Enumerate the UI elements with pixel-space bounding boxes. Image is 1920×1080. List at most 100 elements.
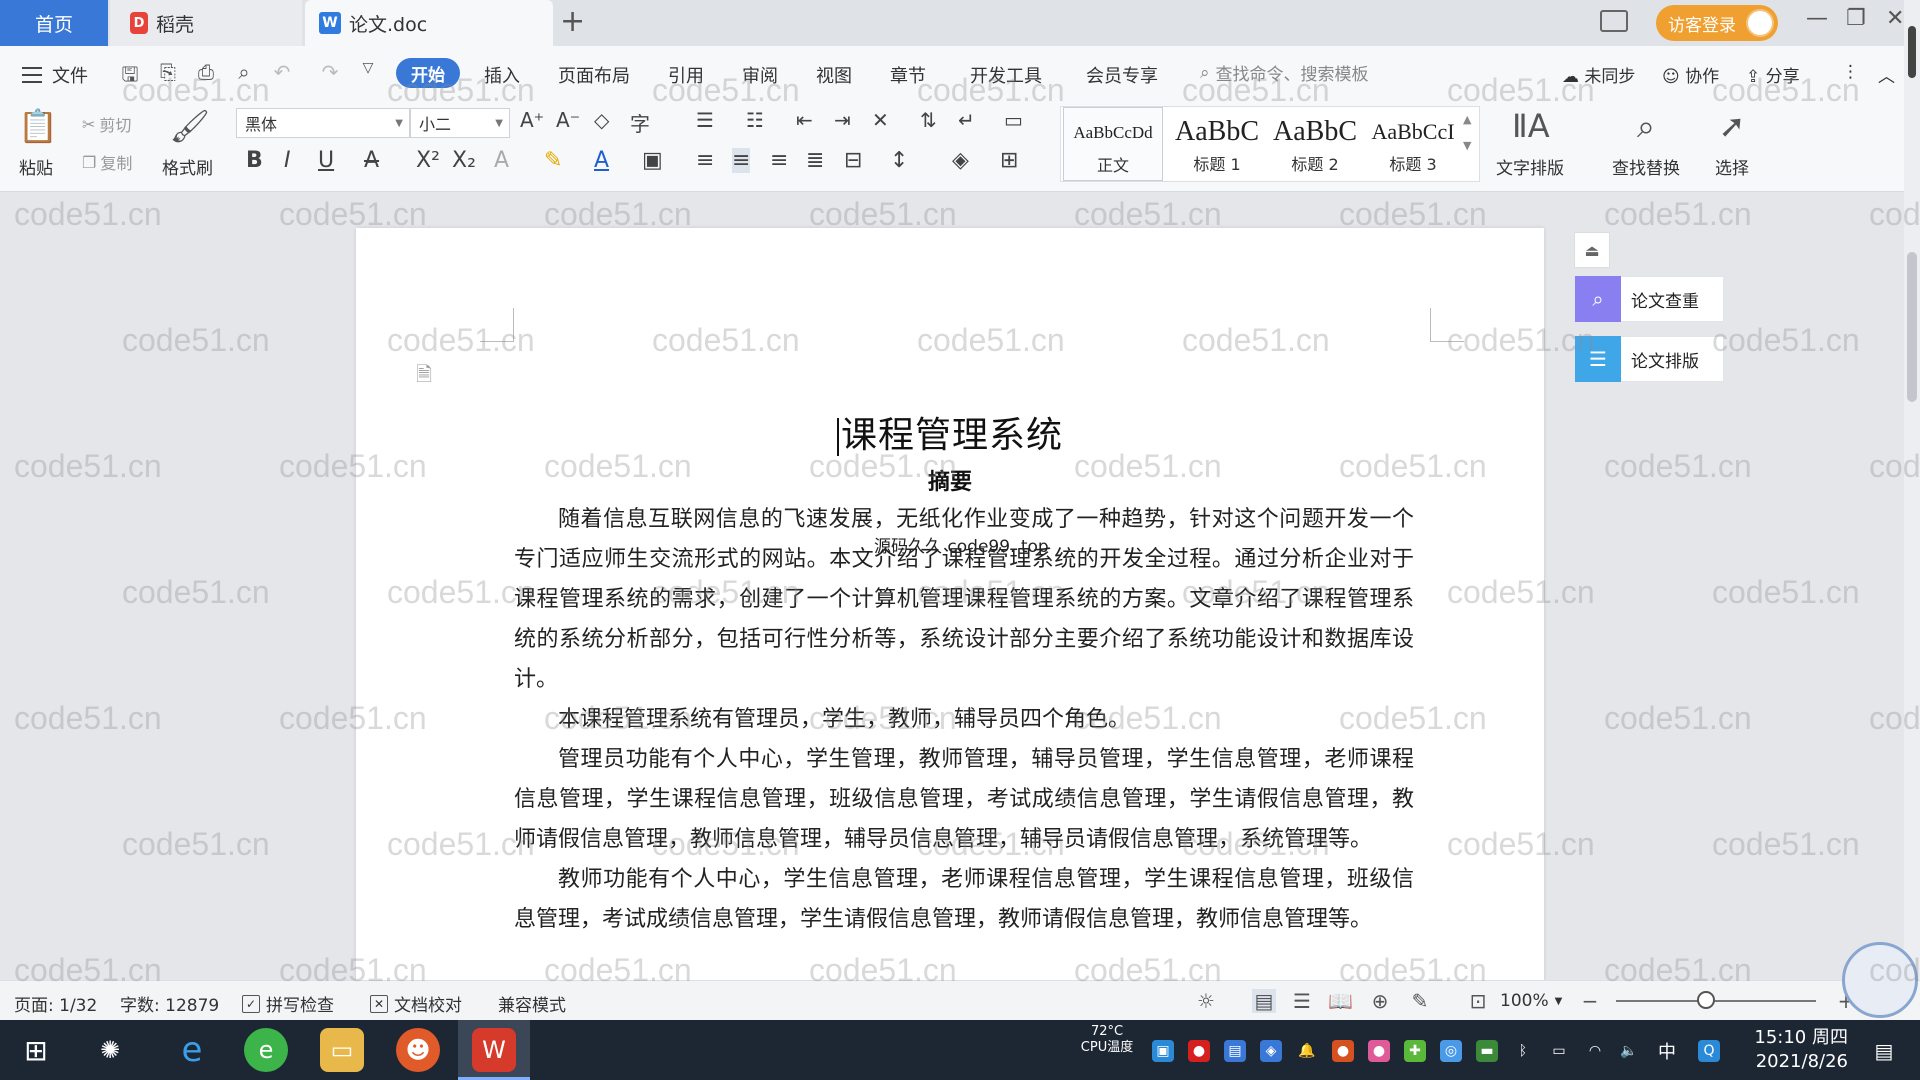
windows-start-icon[interactable]: ⊞ [14, 1028, 58, 1072]
font-color-icon[interactable]: A [594, 148, 609, 173]
italic-icon[interactable]: I [284, 148, 291, 173]
collapse-ribbon-icon[interactable]: ︿ [1878, 62, 1895, 87]
spell-check-button[interactable]: ✓ 拼写检查 [242, 991, 334, 1016]
ruler-icon[interactable]: ▭ [1004, 108, 1023, 132]
guest-login-button[interactable]: 访客登录 [1656, 5, 1778, 41]
align-right-icon[interactable]: ≡ [770, 148, 788, 173]
vertical-scrollbar-thumb[interactable] [1907, 252, 1917, 402]
wps-taskbar-button[interactable]: W [458, 1020, 530, 1080]
undo-icon[interactable]: ↶ [270, 60, 294, 84]
pinwheel-app-icon[interactable]: ✺ [88, 1028, 132, 1072]
font-size-select[interactable]: 小二 ▼ [410, 108, 510, 138]
text-layout-button[interactable]: ⅡA 文字排版 [1496, 106, 1564, 179]
tab-home[interactable]: 首页 [0, 0, 108, 46]
tab-reference[interactable]: 引用 [668, 62, 704, 88]
find-replace-button[interactable]: ⌕ 查找替换 [1612, 106, 1680, 179]
file-explorer-icon[interactable]: ▭ [320, 1028, 364, 1072]
assistant-avatar[interactable] [1842, 942, 1918, 1018]
close-icon[interactable]: ✕ [1886, 6, 1904, 31]
tray-app-icon[interactable]: ● [1332, 1040, 1354, 1062]
underline-icon[interactable]: U [318, 148, 334, 173]
zoom-slider[interactable] [1616, 1000, 1816, 1002]
shield-icon[interactable]: ◈ [1260, 1040, 1282, 1062]
paragraph[interactable]: 管理员功能有个人中心，学生管理，教师管理，辅导员管理，学生信息管理，老师课程信息… [514, 740, 1414, 860]
side-panel-collapse-button[interactable]: ⏏ [1574, 232, 1610, 268]
save-icon[interactable]: 🖫 [118, 60, 142, 86]
tab-insert[interactable]: 插入 [484, 62, 520, 88]
wifi-icon[interactable]: ◠ [1584, 1040, 1606, 1062]
notification-center-icon[interactable]: ▤ [1870, 1039, 1898, 1063]
style-scroll-up-icon[interactable]: ▲ [1463, 113, 1471, 126]
style-heading-2[interactable]: AaBbC 标题 2 [1265, 107, 1365, 181]
collab-button[interactable]: ☺ 协作 [1662, 62, 1719, 87]
select-button[interactable]: ➚ 选择 [1714, 106, 1750, 179]
customize-dropdown-icon[interactable]: ▽ [356, 60, 380, 84]
style-normal[interactable]: AaBbCcDd 正文 [1063, 107, 1163, 181]
paper-layout-button[interactable]: ☰ 论文排版 [1574, 336, 1724, 382]
input-method-indicator[interactable]: 中 [1658, 1038, 1676, 1064]
zoom-select[interactable]: 100% ▼ [1500, 991, 1562, 1011]
volume-icon[interactable]: 🔈 [1618, 1040, 1640, 1062]
tab-member[interactable]: 会员专享 [1086, 62, 1158, 88]
format-painter-button[interactable]: 🖌 格式刷 [162, 106, 213, 179]
zoom-slider-handle[interactable] [1697, 991, 1715, 1009]
abstract-heading[interactable]: 摘要 [356, 464, 1544, 496]
reading-view-icon[interactable]: 📖 [1328, 989, 1353, 1013]
tab-page-layout[interactable]: 页面布局 [558, 62, 630, 88]
tab-view[interactable]: 视图 [816, 62, 852, 88]
subscript-icon[interactable]: X₂ [452, 148, 476, 173]
line-spacing-icon[interactable]: ↕ [890, 148, 908, 173]
numbering-icon[interactable]: ☷ [746, 108, 764, 132]
ie-browser-icon[interactable]: e [170, 1028, 214, 1072]
highlight-icon[interactable]: ✎ [544, 148, 562, 173]
proofread-button[interactable]: ✕ 文档校对 [370, 991, 462, 1016]
zoom-out-icon[interactable]: − [1578, 989, 1602, 1013]
sync-button[interactable]: ☁ 未同步 [1562, 62, 1635, 87]
tray-app-icon[interactable]: ● [1368, 1040, 1390, 1062]
tray-app-icon[interactable]: ◎ [1440, 1040, 1462, 1062]
chinese-layout-icon[interactable]: ✕ [872, 108, 889, 132]
borders-icon[interactable]: ⊞ [1000, 148, 1018, 173]
share-button[interactable]: ⇪ 分享 [1746, 62, 1800, 87]
vertical-scrollbar[interactable] [1904, 192, 1920, 980]
outline-view-icon[interactable]: ☰ [1290, 989, 1314, 1013]
bullets-icon[interactable]: ☰ [696, 108, 714, 132]
style-scroll-down-icon[interactable]: ▼ [1463, 139, 1471, 152]
document-title[interactable]: 课程管理系统 [356, 406, 1544, 458]
tab-chapter[interactable]: 章节 [890, 62, 926, 88]
tab-review[interactable]: 审阅 [742, 62, 778, 88]
word-count[interactable]: 字数: 12879 [120, 991, 219, 1016]
cut-button[interactable]: ✂ 剪切 [82, 112, 131, 136]
align-center-icon[interactable]: ≡ [732, 148, 751, 173]
bluetooth-icon[interactable]: ᛒ [1512, 1040, 1534, 1062]
font-name-select[interactable]: 黑体 ▼ [236, 108, 410, 138]
top-scrollbar[interactable] [1904, 0, 1920, 192]
tab-start[interactable]: 开始 [396, 58, 460, 88]
window-layout-icon[interactable] [1600, 10, 1628, 32]
gpu-icon[interactable]: ▬ [1476, 1040, 1498, 1062]
bell-icon[interactable]: 🔔 [1296, 1040, 1318, 1062]
clear-format-icon[interactable]: ◇ [594, 108, 609, 132]
media-player-icon[interactable]: ☻ [396, 1028, 440, 1072]
fit-page-icon[interactable]: ⊡ [1466, 989, 1490, 1013]
more-icon[interactable]: ⋮ [1842, 62, 1859, 82]
battery-icon[interactable]: ▭ [1548, 1040, 1570, 1062]
paper-check-button[interactable]: ⌕ 论文查重 [1574, 276, 1724, 322]
system-clock[interactable]: 15:10 周四 2021/8/26 [1738, 1026, 1848, 1074]
eye-protection-icon[interactable]: ☼ [1194, 989, 1218, 1013]
indent-icon[interactable]: ⇥ [834, 108, 851, 132]
search-icon[interactable]: Q [1698, 1040, 1720, 1062]
paragraph-options-icon[interactable]: 🗎 [416, 360, 432, 394]
page-view-icon[interactable]: ▤ [1252, 989, 1276, 1013]
print-icon[interactable]: ⎙ [194, 60, 218, 84]
web-view-icon[interactable]: ⊕ [1368, 989, 1392, 1013]
tab-daoke[interactable]: D 稻壳 [110, 0, 302, 46]
pen-icon[interactable]: ✎ [1408, 989, 1432, 1013]
document-page[interactable]: 🗎 课程管理系统 摘要 随着信息互联网信息的飞速发展，无纸化作业变成了一种趋势，… [356, 228, 1544, 980]
bold-icon[interactable]: B [246, 148, 263, 173]
superscript-icon[interactable]: X² [416, 148, 440, 173]
strikethrough-icon[interactable]: A [364, 148, 379, 173]
paragraph[interactable]: 随着信息互联网信息的飞速发展，无纸化作业变成了一种趋势，针对这个问题开发一个专门… [514, 500, 1414, 700]
new-tab-icon[interactable]: + [560, 4, 585, 39]
export-icon[interactable]: ⎘ [156, 60, 180, 84]
